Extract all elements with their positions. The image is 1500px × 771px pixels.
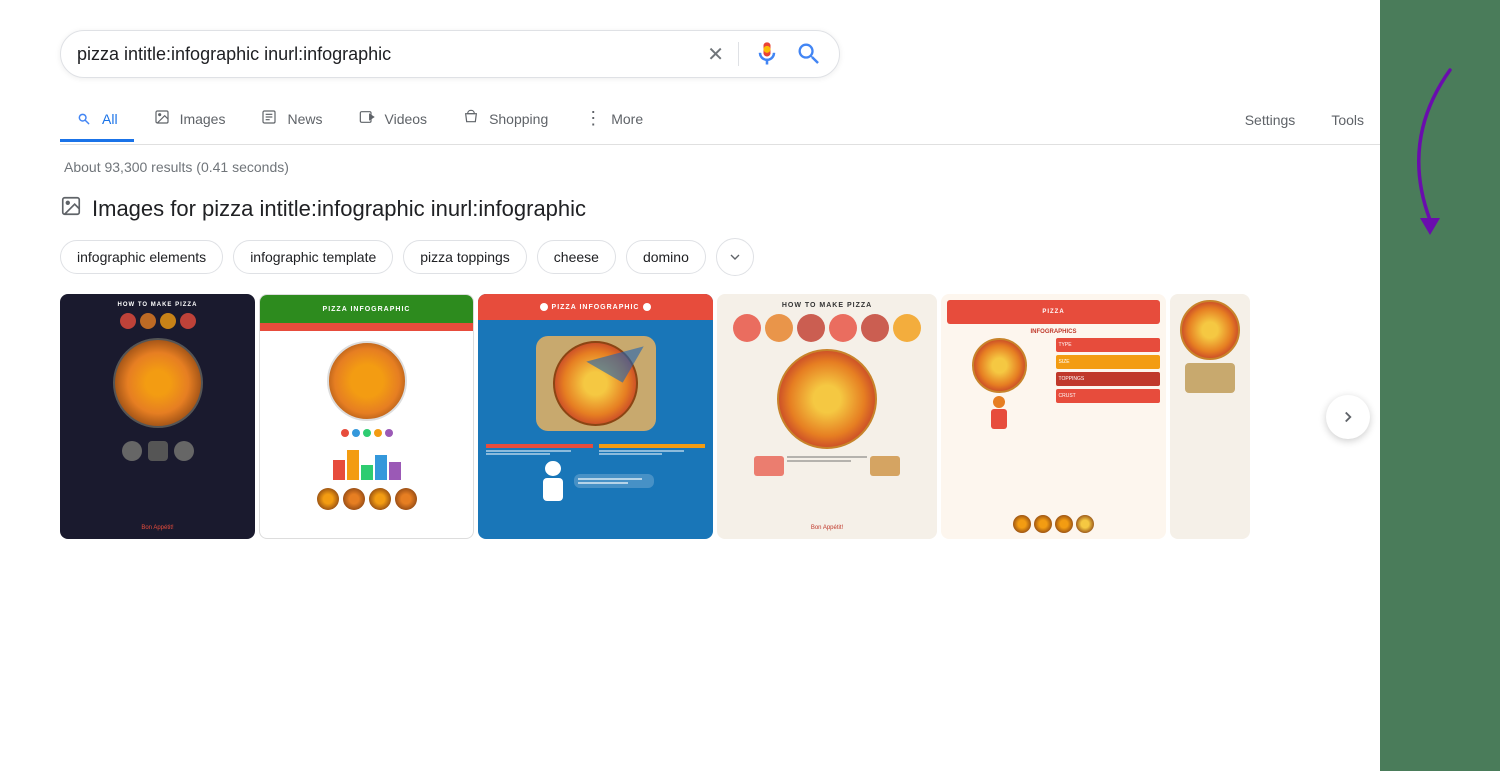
image-section-icon [60,195,82,222]
tab-more[interactable]: ⋮ More [568,96,659,144]
divider [738,42,739,66]
tab-images-label: Images [180,111,226,127]
next-images-button[interactable] [1326,395,1370,439]
image-tile-6[interactable] [1170,294,1250,539]
search-submit-icon[interactable] [795,40,823,68]
search-bar-container: pizza intitle:infographic inurl:infograp… [60,30,1380,78]
image-tile-5[interactable]: PIZZA INFOGRAPHICS [941,294,1166,539]
search-bar-icons: ✕ [707,40,823,68]
filter-chips: infographic elements infographic templat… [60,238,1380,276]
videos-icon [359,109,379,128]
main-content: pizza intitle:infographic inurl:infograp… [0,0,1380,771]
tab-more-label: More [611,111,643,127]
images-section-title: Images for pizza intitle:infographic inu… [92,196,586,222]
image-tile-3[interactable]: PIZZA INFOGRAPHIC [478,294,713,539]
tab-videos[interactable]: Videos [343,97,444,143]
clear-icon[interactable]: ✕ [707,42,724,67]
news-icon [261,109,281,128]
image-results-row: HOW TO MAKE PIZZA Bon Appétit! [60,294,1380,539]
search-bar: pizza intitle:infographic inurl:infograp… [60,30,840,78]
arrow-annotation [1370,60,1480,260]
nav-right: Settings Tools [1229,100,1380,140]
tab-news-label: News [287,111,322,127]
tab-shopping[interactable]: Shopping [447,97,564,143]
tab-videos-label: Videos [385,111,428,127]
shopping-icon [463,109,483,128]
expand-chips-button[interactable] [716,238,754,276]
tab-news[interactable]: News [245,97,338,143]
chip-cheese[interactable]: cheese [537,240,616,274]
tab-all-label: All [102,111,118,127]
image-tile-4[interactable]: HOW TO MAKE PIZZA [717,294,937,539]
chip-domino[interactable]: domino [626,240,706,274]
search-input[interactable]: pizza intitle:infographic inurl:infograp… [77,44,699,65]
tab-all[interactable]: All [60,99,134,142]
image-tile-2[interactable]: PIZZA INFOGRAPHIC [259,294,474,539]
chip-infographic-template[interactable]: infographic template [233,240,393,274]
all-search-icon [76,111,96,127]
more-dots-icon: ⋮ [584,108,601,129]
results-count: About 93,300 results (0.41 seconds) [60,159,1380,175]
chip-infographic-elements[interactable]: infographic elements [60,240,223,274]
chip-pizza-toppings[interactable]: pizza toppings [403,240,527,274]
nav-tabs: All Images News [60,96,1380,145]
image-tile-1[interactable]: HOW TO MAKE PIZZA Bon Appétit! [60,294,255,539]
settings-link[interactable]: Settings [1229,100,1312,140]
tab-images[interactable]: Images [138,97,242,143]
mic-icon[interactable] [753,40,781,68]
right-sidebar [1380,0,1500,771]
images-section-header: Images for pizza intitle:infographic inu… [60,195,1380,222]
tab-shopping-label: Shopping [489,111,548,127]
images-icon [154,109,174,128]
